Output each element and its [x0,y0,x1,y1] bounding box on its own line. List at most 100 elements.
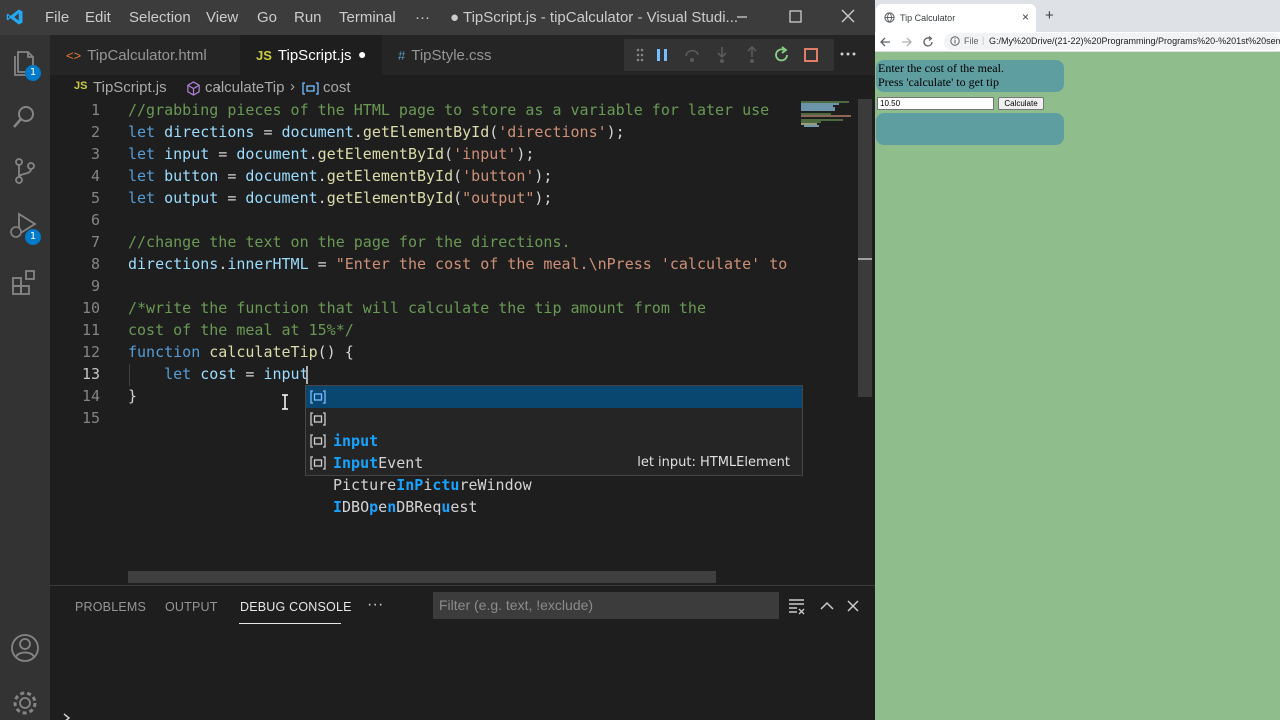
variable-icon [310,412,326,426]
tab-output[interactable]: OUTPUT [165,600,218,614]
js-file-icon: JS [256,48,272,63]
code-line: 6 [90,211,100,229]
code-line: 3 let input = document.getElementById('in… [90,145,535,163]
code-line: 13 let cost = input [81,365,309,383]
function-cube-icon [187,81,200,96]
autocomplete-widget: input let input: HTMLElement InputEvent … [305,385,803,516]
cost-input[interactable]: 10.50 [877,97,994,110]
title-bar: File Edit Selection View Go Run Terminal… [0,0,875,35]
code-line: 10/*write the function that will calcula… [81,299,706,317]
menu-more[interactable]: ··· [415,9,430,26]
text-cursor [306,366,308,384]
code-line: 5 let output = document.getElementById("o… [90,189,553,207]
step-into-icon[interactable] [712,45,732,65]
new-tab-icon[interactable]: + [1045,7,1054,24]
close-icon[interactable] [836,6,860,28]
html-file-icon: <> [66,48,82,63]
calculate-button[interactable]: Calculate [998,97,1044,110]
console-prompt-icon [63,713,71,720]
menu-view[interactable]: View [206,9,238,26]
code-line: 11 cost of the meal at 15%*/ [81,321,354,339]
suggestion-item[interactable]: PictureInPictureWindow [306,430,802,494]
code-line: 2 let directions = document.getElementByI… [90,123,625,141]
breadcrumb: JS TipScript.js › calculateTip › cost [50,75,875,101]
activity-bar: 1 1 [0,35,50,720]
suggestion-item[interactable]: IDBOpenDBRequest [306,452,802,516]
step-out-icon[interactable] [742,45,762,65]
ibeam-cursor-icon [282,394,288,410]
menu-file[interactable]: File [45,9,69,26]
code-line: 9 [90,277,100,295]
panel-more-icon[interactable]: ··· [367,596,384,614]
step-over-icon[interactable] [682,45,702,65]
maximize-icon[interactable] [783,6,807,28]
tab-tipstyle-css[interactable]: # TipStyle.css [382,35,522,75]
maximize-panel-icon[interactable] [817,597,837,615]
css-file-icon: # [398,48,406,63]
tab-tipscript-js[interactable]: JS TipScript.js ● [240,35,382,75]
suggestion-item[interactable]: input let input: HTMLElement [306,386,802,470]
close-panel-icon[interactable] [843,597,863,615]
forward-icon[interactable] [901,36,913,48]
stop-icon[interactable] [801,45,821,65]
menu-go[interactable]: Go [257,9,277,26]
url-divider: | [982,35,985,45]
clear-console-icon[interactable] [787,597,807,615]
breadcrumb-variable[interactable]: cost [323,79,351,96]
tab-debug-console[interactable]: DEBUG CONSOLE [240,600,352,614]
variable-icon [302,82,319,95]
accounts-icon[interactable] [7,630,43,666]
extensions-icon[interactable] [7,265,43,301]
browser-tab[interactable]: Tip Calculator × [876,4,1036,32]
minimize-icon[interactable] [730,6,754,28]
unsaved-dot-icon[interactable]: ● [358,46,366,62]
more-actions-icon[interactable] [838,44,858,64]
breadcrumb-function[interactable]: calculateTip [205,79,284,96]
menu-run[interactable]: Run [294,9,322,26]
tab-label: TipScript.js [277,47,352,64]
restart-icon[interactable] [772,45,792,65]
url-scheme: File [964,36,979,46]
search-icon[interactable] [7,99,43,135]
debug-badge: 1 [25,229,41,245]
globe-icon [884,12,895,23]
explorer-icon[interactable]: 1 [7,45,43,81]
tab-problems[interactable]: PROBLEMS [75,600,146,614]
js-file-icon: JS [74,80,88,92]
code-line: 7//change the text on the page for the d… [90,233,571,251]
vscode-logo-icon [6,9,23,25]
variable-icon [310,456,326,470]
variable-icon [310,434,326,448]
info-icon[interactable] [950,36,960,46]
reload-icon[interactable] [922,36,934,48]
code-line: 4 let button = document.getElementById('b… [90,167,553,185]
tab-tipcalculator-html[interactable]: <> TipCalculator.html [50,35,240,75]
suggestion-item[interactable]: InputEvent [306,408,802,472]
pause-icon[interactable] [652,45,672,65]
breadcrumb-file[interactable]: TipScript.js [93,79,167,96]
variable-icon [310,390,326,404]
console-filter-input[interactable]: Filter (e.g. text, !exclude) [433,592,779,619]
url-text: G:/My%20Drive/(21-22)%20Programming/Prog… [989,36,1280,46]
address-bar[interactable]: File | G:/My%20Drive/(21-22)%20Programmi… [944,33,1280,50]
vscode-window: File Edit Selection View Go Run Terminal… [0,0,875,720]
active-tab-underline [239,623,341,624]
source-control-icon[interactable] [7,153,43,189]
back-icon[interactable] [879,36,891,48]
vertical-scrollbar-thumb[interactable] [858,99,872,397]
output-box [876,113,1064,145]
tab-label: TipStyle.css [411,47,492,64]
settings-gear-icon[interactable] [7,685,43,720]
close-tab-icon[interactable]: × [1022,10,1029,24]
code-line: 8 directions.innerHTML = "Enter the cost … [90,255,796,273]
menu-selection[interactable]: Selection [129,9,191,26]
run-debug-icon[interactable]: 1 [7,207,43,245]
indent-guide [129,364,130,386]
menu-edit[interactable]: Edit [85,9,111,26]
explorer-badge: 1 [25,65,41,81]
menu-terminal[interactable]: Terminal [339,9,396,26]
horizontal-scrollbar-thumb[interactable] [128,571,716,583]
drag-handle-icon[interactable] [630,45,650,65]
minimap[interactable] [797,99,855,574]
debug-toolbar [624,39,834,71]
